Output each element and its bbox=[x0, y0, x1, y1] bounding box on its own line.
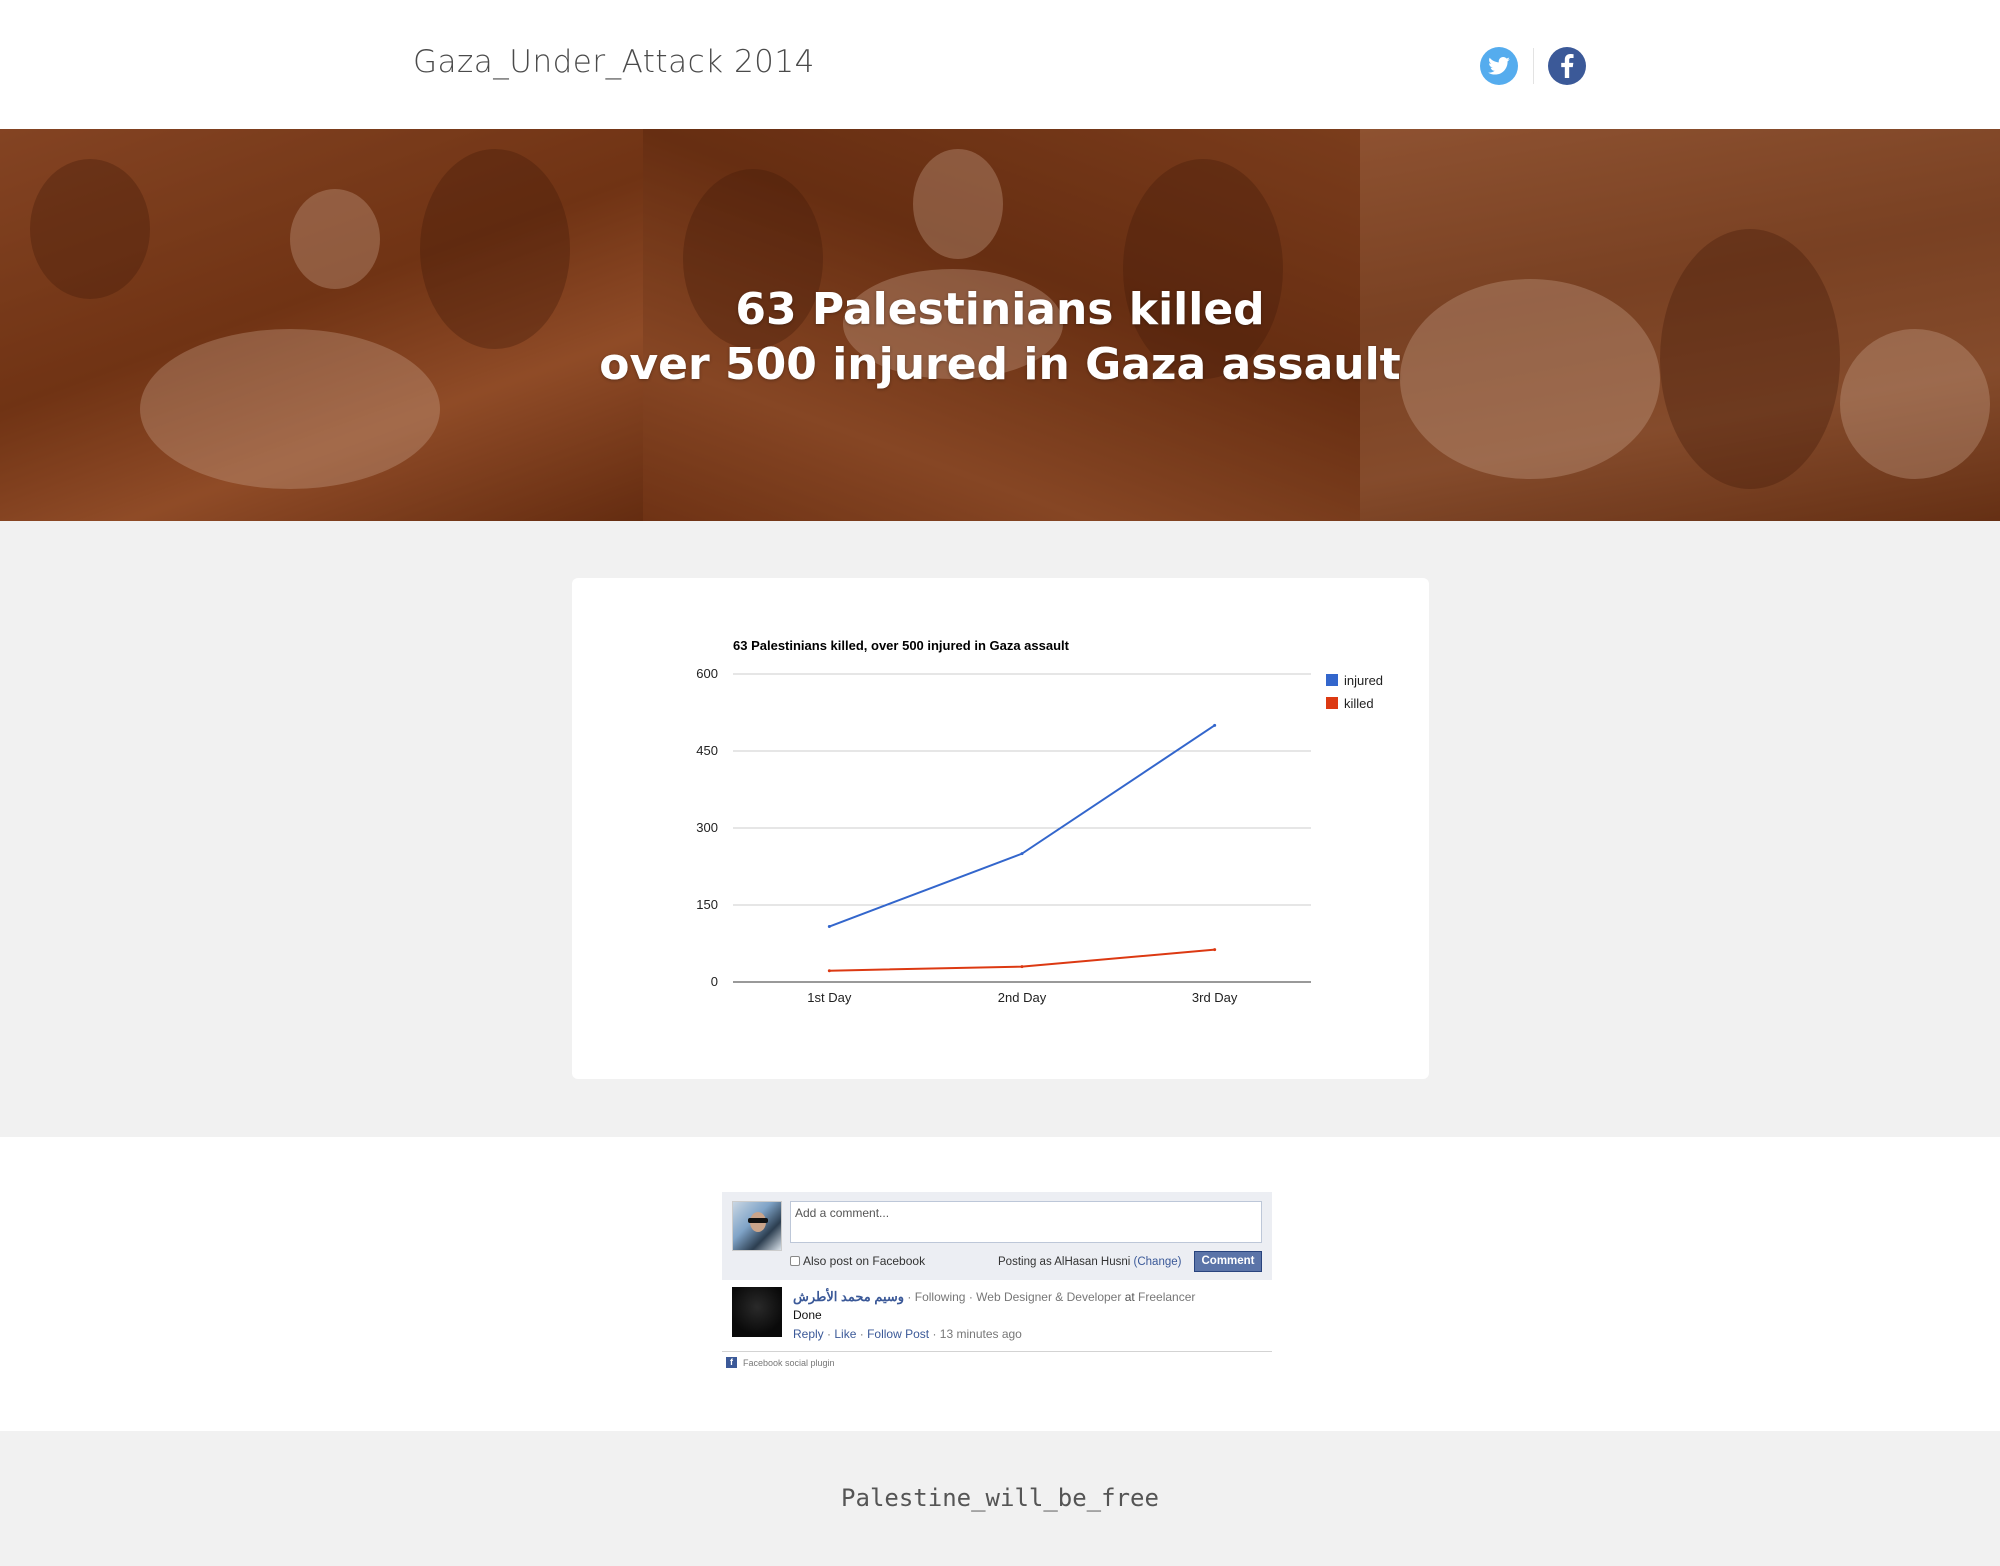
comment-meta: وسيم محمد الأطرش · Following · Web Desig… bbox=[793, 1289, 1196, 1304]
x-tick-label: 3rd Day bbox=[1192, 990, 1238, 1005]
data-point-killed bbox=[1213, 948, 1217, 952]
hero-banner: 63 Palestinians killed over 500 injured … bbox=[0, 129, 2000, 521]
following-label[interactable]: Following bbox=[915, 1290, 966, 1304]
twitter-icon[interactable] bbox=[1480, 47, 1518, 85]
facebook-icon[interactable] bbox=[1548, 47, 1586, 85]
posting-as: Posting as AlHasan Husni (Change) bbox=[998, 1256, 1181, 1268]
y-tick-label: 0 bbox=[711, 974, 718, 989]
comment-actions: Reply · Like · Follow Post · 13 minutes … bbox=[793, 1327, 1022, 1341]
data-point-injured bbox=[1020, 852, 1024, 856]
site-footer: Palestine_will_be_free bbox=[0, 1431, 2000, 1566]
data-point-injured bbox=[827, 925, 831, 929]
legend-label-injured: injured bbox=[1344, 673, 1383, 688]
legend-label-killed: killed bbox=[1344, 696, 1374, 711]
y-tick-label: 150 bbox=[696, 897, 718, 912]
reply-link[interactable]: Reply bbox=[793, 1327, 824, 1341]
chart-title: 63 Palestinians killed, over 500 injured… bbox=[733, 638, 1070, 653]
also-post-checkbox[interactable] bbox=[790, 1256, 800, 1266]
line-chart: 63 Palestinians killed, over 500 injured… bbox=[696, 638, 1383, 1005]
comment-composer: Add a comment... Also post on Facebook P… bbox=[722, 1192, 1272, 1280]
posting-as-label: Posting as AlHasan Husni bbox=[998, 1256, 1131, 1268]
hero-headline-line1: 63 Palestinians killed bbox=[735, 284, 1265, 335]
series-line-injured bbox=[828, 724, 1216, 928]
chart-section: 63 Palestinians killed, over 500 injured… bbox=[0, 521, 2000, 1137]
y-tick-label: 600 bbox=[696, 666, 718, 681]
comment-text: Done bbox=[793, 1308, 822, 1322]
change-user-link[interactable]: (Change) bbox=[1134, 1256, 1182, 1268]
comment-button[interactable]: Comment bbox=[1194, 1251, 1262, 1272]
commenter-company[interactable]: Freelancer bbox=[1138, 1290, 1195, 1304]
also-post-label: Also post on Facebook bbox=[803, 1254, 926, 1268]
x-tick-label: 1st Day bbox=[807, 990, 852, 1005]
commenter-at: at bbox=[1124, 1290, 1135, 1304]
site-title[interactable]: Gaza_Under_Attack 2014 bbox=[413, 44, 815, 80]
footer-text: Palestine_will_be_free bbox=[841, 1484, 1159, 1512]
comment-input[interactable]: Add a comment... bbox=[790, 1201, 1262, 1243]
also-post-row[interactable]: Also post on Facebook bbox=[790, 1254, 925, 1268]
facebook-small-icon: f bbox=[726, 1357, 737, 1368]
y-tick-label: 300 bbox=[696, 820, 718, 835]
comments-section: Add a comment... Also post on Facebook P… bbox=[0, 1137, 2000, 1431]
facebook-plugin-credit[interactable]: f Facebook social plugin bbox=[726, 1357, 835, 1368]
commenter-name[interactable]: وسيم محمد الأطرش bbox=[793, 1289, 904, 1304]
hero-headline-line2: over 500 injured in Gaza assault bbox=[599, 339, 1401, 390]
data-point-killed bbox=[1020, 965, 1024, 969]
y-tick-label: 450 bbox=[696, 743, 718, 758]
data-point-injured bbox=[1213, 723, 1217, 727]
follow-post-link[interactable]: Follow Post bbox=[867, 1327, 929, 1341]
commenter-role: Web Designer & Developer bbox=[976, 1290, 1122, 1304]
x-tick-label: 2nd Day bbox=[998, 990, 1047, 1005]
hero-headline: 63 Palestinians killed over 500 injured … bbox=[0, 282, 2000, 392]
social-divider bbox=[1533, 48, 1534, 84]
comments-divider bbox=[722, 1351, 1272, 1352]
commenter-avatar[interactable] bbox=[732, 1287, 782, 1337]
legend-swatch-injured bbox=[1326, 674, 1338, 686]
site-header: Gaza_Under_Attack 2014 bbox=[0, 0, 2000, 129]
plugin-label: Facebook social plugin bbox=[743, 1357, 835, 1368]
like-link[interactable]: Like bbox=[834, 1327, 856, 1341]
chart-card: 63 Palestinians killed, over 500 injured… bbox=[572, 578, 1429, 1079]
legend-swatch-killed bbox=[1326, 697, 1338, 709]
current-user-avatar bbox=[732, 1201, 782, 1251]
data-point-killed bbox=[827, 969, 831, 973]
comment-time[interactable]: 13 minutes ago bbox=[940, 1327, 1022, 1341]
